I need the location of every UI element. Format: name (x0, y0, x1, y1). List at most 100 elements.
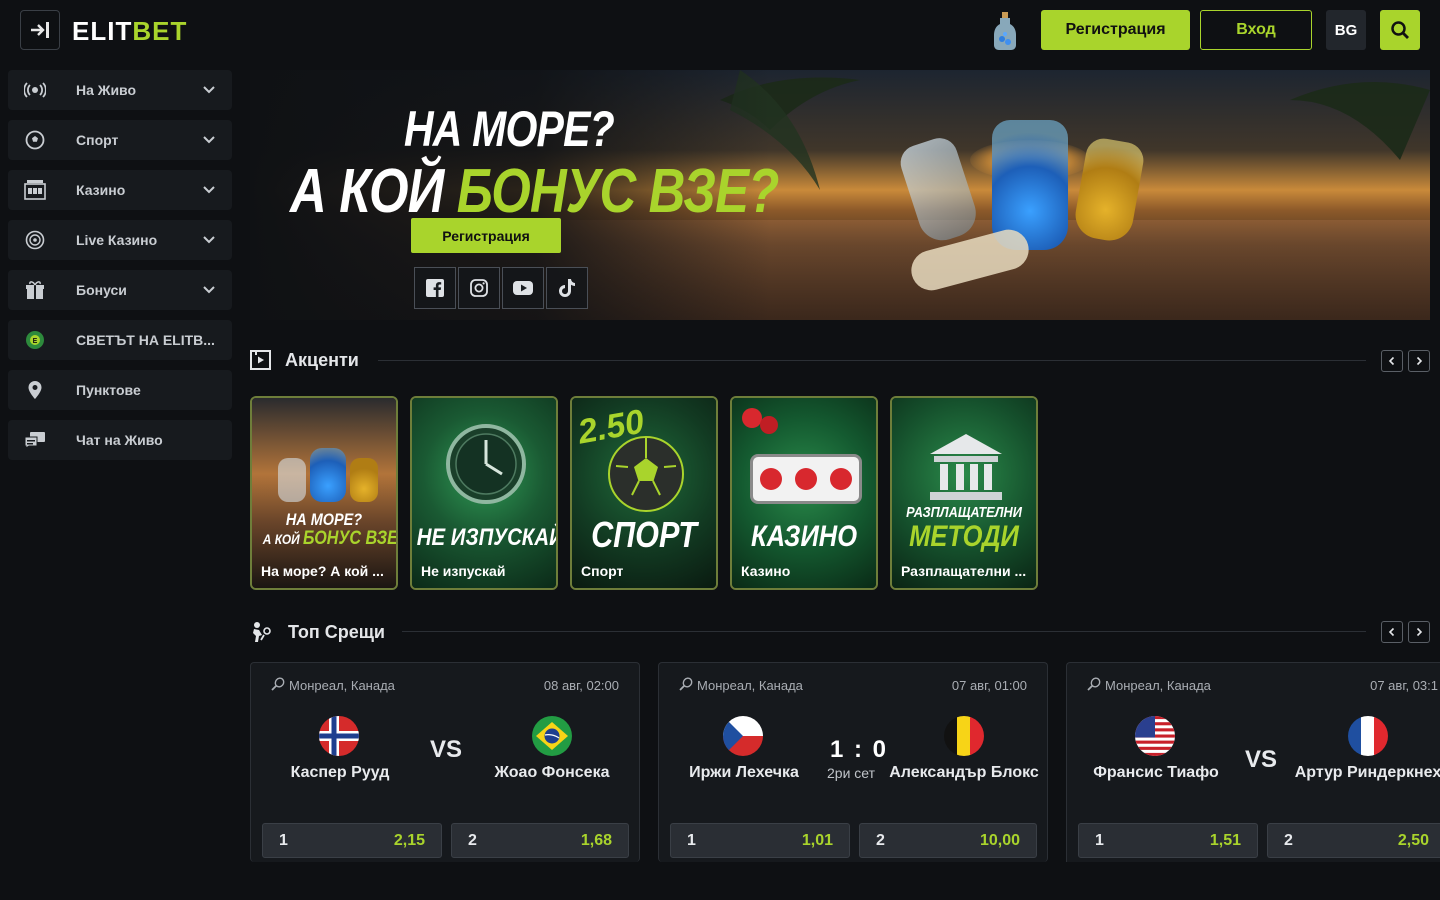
facebook-icon (426, 279, 444, 297)
language-selector[interactable]: BG (1326, 10, 1366, 50)
youtube-link[interactable] (502, 267, 544, 309)
odd-key: 2 (876, 832, 885, 849)
cherry-icon (830, 468, 853, 490)
odd-button-player-1[interactable]: 1 2,15 (262, 823, 442, 858)
match-date: 08 авг, 02:00 (543, 678, 619, 693)
sidebar-item-sport[interactable]: Спорт (8, 120, 232, 160)
highlights-prev-button[interactable] (1381, 350, 1403, 372)
sidebar-item-label: СВЕТЪТ НА ELITB... (76, 332, 215, 348)
top-matches-next-button[interactable] (1408, 621, 1430, 643)
cherry-icon (742, 408, 762, 428)
sidebar-item-label: Пунктове (76, 382, 141, 398)
login-button[interactable]: Вход (1200, 10, 1312, 50)
tile-big-text-white: А КОЙ (262, 531, 303, 547)
hero-banner[interactable]: НА МОРЕ? А КОЙ БОНУС ВЗЕ? Регистрация (250, 70, 1430, 320)
sidebar-item-locations[interactable]: Пунктове (8, 370, 232, 410)
chevron-down-icon (203, 186, 215, 194)
svg-text:E: E (33, 338, 38, 345)
section-divider (402, 631, 1366, 632)
highlight-tile-sport[interactable]: 2.50 СПОРТ Спорт (570, 396, 718, 590)
odd-button-player-1[interactable]: 1 1,51 (1078, 823, 1258, 858)
match-card[interactable]: Монреал, Канада 07 авг, 01:00 Иржи Лехеч… (658, 662, 1048, 862)
bottle-illustration (350, 458, 378, 502)
sidebar-item-label: Live Казино (76, 232, 158, 248)
soccer-ball-icon (24, 129, 46, 151)
tiktok-link[interactable] (546, 267, 588, 309)
match-date: 07 авг, 03:1 (1370, 678, 1438, 693)
banner-headline-line1: НА МОРЕ? (404, 101, 615, 157)
france-flag-icon (1348, 716, 1388, 756)
social-links (414, 267, 588, 309)
match-card[interactable]: Монреал, Канада 07 авг, 03:1 Франсис Тиа… (1066, 662, 1440, 862)
facebook-link[interactable] (414, 267, 456, 309)
highlights-header: Акценти (250, 348, 359, 372)
cherry-icon (760, 416, 778, 434)
odd-value: 1,01 (801, 832, 833, 849)
palm-leaves-illustration (1290, 82, 1430, 160)
versus-label: VS (430, 736, 463, 763)
search-button[interactable] (1380, 10, 1420, 50)
chevron-right-icon (1416, 356, 1423, 366)
highlight-tile-casino[interactable]: КАЗИНО Казино (730, 396, 878, 590)
gift-icon (24, 279, 46, 301)
sidebar-item-label: Чат на Живо (76, 432, 163, 448)
odd-value: 2,15 (393, 832, 425, 849)
banner-headline-line2: А КОЙ БОНУС ВЗЕ? (290, 156, 779, 227)
match-score: 1 : 0 (830, 736, 889, 763)
norway-flag-icon (319, 716, 359, 756)
tile-big-text-line2: А КОЙ БОНУС ВЗЕ? (262, 528, 396, 550)
sidebar-item-live-casino[interactable]: Live Казино (8, 220, 232, 260)
sidebar-item-label: Бонуси (76, 282, 127, 298)
match-set: 2ри сет (827, 765, 876, 781)
register-button[interactable]: Регистрация (1041, 10, 1190, 50)
banner-register-button[interactable]: Регистрация (411, 218, 561, 253)
top-matches-prev-button[interactable] (1381, 621, 1403, 643)
elitbet-logo[interactable]: ELITBET (72, 16, 187, 47)
tennis-players-icon (253, 622, 271, 642)
odd-key: 1 (279, 832, 288, 849)
odd-key: 2 (1284, 832, 1293, 849)
tile-big-text: НЕ ИЗПУСКАЙ (416, 524, 558, 551)
odd-button-player-2[interactable]: 2 10,00 (859, 823, 1037, 858)
bottle-promo-icon[interactable] (994, 12, 1016, 50)
odd-button-player-1[interactable]: 1 1,01 (670, 823, 850, 858)
tile-caption: Не изпускай (421, 563, 506, 579)
match-location: Монреал, Канада (289, 678, 395, 693)
highlight-tile-dont-miss[interactable]: НЕ ИЗПУСКАЙ Не изпускай (410, 396, 558, 590)
chevron-left-icon (1388, 356, 1395, 366)
sidebar-item-casino[interactable]: Казино (8, 170, 232, 210)
tennis-racket-icon (679, 677, 693, 691)
cherry-icon (759, 468, 782, 490)
player-2-name: Артур Риндеркнех (1294, 764, 1440, 781)
odd-value: 10,00 (979, 832, 1020, 849)
czech-flag-icon (723, 716, 763, 756)
tile-big-text-accent: БОНУС ВЗЕ? (302, 528, 398, 549)
sidebar-item-live-chat[interactable]: Чат на Живо (8, 420, 232, 460)
match-card[interactable]: Монреал, Канада 08 авг, 02:00 Каспер Руу… (250, 662, 640, 862)
top-matches-title: Топ Срещи (288, 621, 385, 642)
sidebar-item-bonuses[interactable]: Бонуси (8, 270, 232, 310)
bottle-illustration (310, 448, 346, 502)
instagram-icon (470, 279, 488, 297)
tile-big-text-line1: РАЗПЛАЩАТЕЛНИ (906, 504, 1022, 521)
odd-key: 1 (687, 832, 696, 849)
logo-text-accent: BET (132, 16, 188, 46)
tile-caption: Казино (741, 563, 791, 579)
instagram-link[interactable] (458, 267, 500, 309)
top-bar: ELITBET Регистрация Вход BG (0, 0, 1440, 62)
tile-caption: Разплащателни ... (901, 563, 1027, 579)
sidebar-toggle-button[interactable] (20, 10, 60, 50)
highlights-title: Акценти (285, 349, 359, 370)
odd-button-player-2[interactable]: 2 1,68 (451, 823, 629, 858)
player-2-name: Жоао Фонсека (494, 764, 610, 781)
highlight-tile-beach-bonus[interactable]: НА МОРЕ? А КОЙ БОНУС ВЗЕ? На море? А кой… (250, 396, 398, 590)
sidebar-item-elitbet-world[interactable]: E СВЕТЪТ НА ELITB... (8, 320, 232, 360)
tennis-racket-icon (1087, 677, 1101, 691)
sidebar-item-live[interactable]: На Живо (8, 70, 232, 110)
slot-reels-illustration (750, 454, 862, 504)
odd-key: 2 (468, 832, 477, 849)
highlight-tile-payment-methods[interactable]: РАЗПЛАЩАТЕЛНИ МЕТОДИ Разплащателни ... (890, 396, 1038, 590)
highlights-next-button[interactable] (1408, 350, 1430, 372)
elitbet-world-icon: E (24, 329, 46, 351)
odd-button-player-2[interactable]: 2 2,50 (1267, 823, 1440, 858)
